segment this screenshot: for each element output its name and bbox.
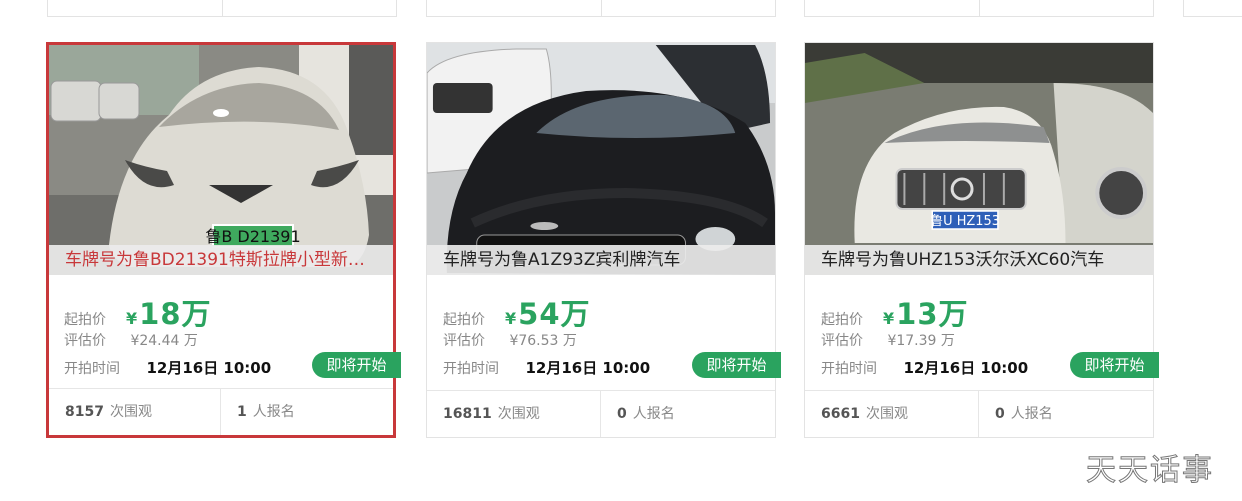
views-count: 8157 xyxy=(65,404,104,420)
currency-symbol: ¥ xyxy=(126,309,138,328)
estimate-row: 评估价 ¥76.53 万 xyxy=(443,330,577,350)
views-count: 6661 xyxy=(821,406,860,422)
prev-row-card-3-stub xyxy=(804,0,1154,17)
signups-count: 0 xyxy=(617,406,627,422)
signups-label: 人报名 xyxy=(1010,406,1053,422)
status-badge: 即将开始 xyxy=(692,352,781,378)
estimate-value: ¥24.44 万 xyxy=(130,333,198,349)
signups-stat: 0 人报名 xyxy=(979,391,1153,437)
auction-time-row: 开拍时间 12月16日 10:00 xyxy=(821,357,1028,378)
views-label: 次围观 xyxy=(109,404,152,420)
estimate-value: ¥17.39 万 xyxy=(887,333,955,349)
signups-count: 1 xyxy=(237,404,247,420)
estimate-row: 评估价 ¥24.44 万 xyxy=(64,330,198,350)
estimate-label: 评估价 xyxy=(64,333,106,349)
start-price-row: 起拍价 ¥ 13万 xyxy=(821,291,969,333)
listing-title[interactable]: 车牌号为鲁BD21391特斯拉牌小型新… xyxy=(49,245,393,275)
estimate-label: 评估价 xyxy=(821,333,863,349)
auction-time-value: 12月16日 10:00 xyxy=(903,359,1029,377)
listing-title[interactable]: 车牌号为鲁UHZ153沃尔沃XC60汽车 xyxy=(805,245,1153,275)
signups-count: 0 xyxy=(995,406,1005,422)
card-stats: 8157 次围观 1 人报名 xyxy=(49,388,393,435)
auction-time-label: 开拍时间 xyxy=(821,361,877,377)
svg-text:鲁U HZ153: 鲁U HZ153 xyxy=(930,214,1000,229)
views-stat: 8157 次围观 xyxy=(49,389,221,435)
estimate-value: ¥76.53 万 xyxy=(509,333,577,349)
auction-time-value: 12月16日 10:00 xyxy=(525,359,651,377)
views-label: 次围观 xyxy=(865,406,908,422)
svg-text:鲁B D21391: 鲁B D21391 xyxy=(205,227,300,246)
views-label: 次围观 xyxy=(497,406,540,422)
listing-title[interactable]: 车牌号为鲁A1Z93Z宾利牌汽车 xyxy=(427,245,775,275)
status-badge: 即将开始 xyxy=(312,352,401,378)
prev-row-card-4-stub xyxy=(1183,0,1242,17)
signups-stat: 1 人报名 xyxy=(221,389,393,435)
car-photo-volvo[interactable]: 鲁U HZ153 车牌号为鲁UHZ153沃尔沃XC60汽车 xyxy=(805,43,1153,275)
car-photo-tesla[interactable]: 鲁B D21391 车牌号为鲁BD21391特斯拉牌小型新… xyxy=(49,45,393,275)
views-count: 16811 xyxy=(443,406,492,422)
signups-label: 人报名 xyxy=(252,404,295,420)
currency-symbol: ¥ xyxy=(883,309,895,328)
currency-symbol: ¥ xyxy=(505,309,517,328)
start-price-label: 起拍价 xyxy=(821,312,863,328)
start-price-value: 18万 xyxy=(139,297,212,331)
card-stats: 6661 次围观 0 人报名 xyxy=(805,390,1153,437)
auction-time-label: 开拍时间 xyxy=(64,361,120,377)
card-stats: 16811 次围观 0 人报名 xyxy=(427,390,775,437)
signups-label: 人报名 xyxy=(632,406,675,422)
start-price-value: 54万 xyxy=(518,297,591,331)
signups-stat: 0 人报名 xyxy=(601,391,775,437)
auction-card-tesla[interactable]: 鲁B D21391 车牌号为鲁BD21391特斯拉牌小型新… 起拍价 ¥ 18万… xyxy=(46,42,401,438)
auction-time-row: 开拍时间 12月16日 10:00 xyxy=(443,357,650,378)
auction-card-volvo[interactable]: 鲁U HZ153 车牌号为鲁UHZ153沃尔沃XC60汽车 起拍价 ¥ 13万 … xyxy=(804,42,1159,438)
start-price-value: 13万 xyxy=(896,297,969,331)
auction-time-label: 开拍时间 xyxy=(443,361,499,377)
start-price-row: 起拍价 ¥ 18万 xyxy=(64,291,212,333)
estimate-row: 评估价 ¥17.39 万 xyxy=(821,330,955,350)
views-stat: 6661 次围观 xyxy=(805,391,979,437)
status-badge: 即将开始 xyxy=(1070,352,1159,378)
watermark-text: 天天话事 xyxy=(1086,453,1214,489)
auction-time-row: 开拍时间 12月16日 10:00 xyxy=(64,357,271,378)
views-stat: 16811 次围观 xyxy=(427,391,601,437)
start-price-label: 起拍价 xyxy=(64,312,106,328)
start-price-row: 起拍价 ¥ 54万 xyxy=(443,291,591,333)
start-price-label: 起拍价 xyxy=(443,312,485,328)
prev-row-card-1-stub xyxy=(47,0,397,17)
auction-time-value: 12月16日 10:00 xyxy=(146,359,272,377)
auction-card-bentley[interactable]: 车牌号为鲁A1Z93Z宾利牌汽车 起拍价 ¥ 54万 评估价 ¥76.53 万 … xyxy=(426,42,781,438)
estimate-label: 评估价 xyxy=(443,333,485,349)
car-photo-bentley[interactable]: 车牌号为鲁A1Z93Z宾利牌汽车 xyxy=(427,43,775,275)
prev-row-card-2-stub xyxy=(426,0,776,17)
